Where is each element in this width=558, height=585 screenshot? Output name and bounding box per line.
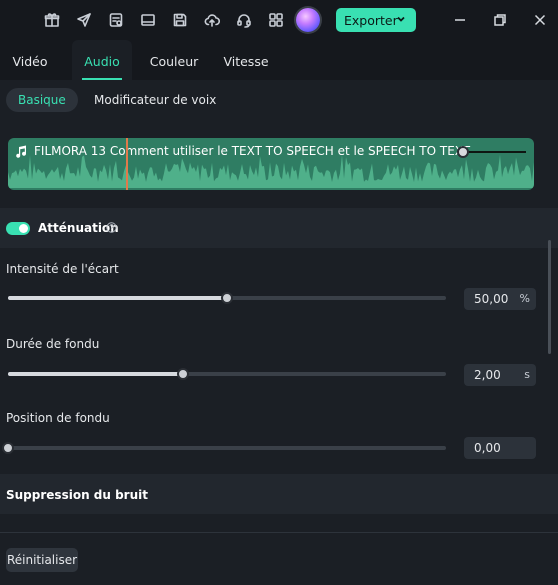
position-fondu-value: 0,00 (474, 441, 501, 455)
position-fondu-label: Position de fondu (6, 411, 110, 425)
duree-fondu-value: 2,00 (474, 368, 501, 382)
intensite-ecart-label: Intensité de l'écart (6, 262, 119, 276)
position-fondu-knob[interactable] (2, 442, 14, 454)
property-tabs: Vidéo Audio Couleur Vitesse (0, 40, 558, 80)
tab-audio[interactable]: Audio (72, 40, 132, 80)
position-fondu-slider[interactable] (8, 446, 446, 450)
attenuation-toggle[interactable] (6, 222, 30, 235)
export-button[interactable]: Exporter (336, 8, 416, 32)
intensite-ecart-knob[interactable] (221, 292, 233, 304)
intensite-ecart-input[interactable]: 50,00 % (464, 288, 536, 310)
audio-clip-title: FILMORA 13 Comment utiliser le TEXT TO S… (34, 144, 471, 158)
cloud-upload-icon[interactable] (202, 10, 222, 30)
minimize-icon[interactable] (452, 12, 468, 28)
duree-fondu-input[interactable]: 2,00 s (464, 364, 536, 386)
title-bar: Exporter (0, 0, 558, 40)
attenuation-section: Atténuation (0, 208, 558, 248)
send-icon[interactable] (74, 10, 94, 30)
panel-scrollbar[interactable] (548, 240, 551, 354)
suppression-bruit-label: Suppression du bruit (6, 488, 148, 502)
footer-divider (0, 532, 558, 533)
chevron-down-icon[interactable] (395, 13, 407, 25)
save-icon[interactable] (170, 10, 190, 30)
audio-subtabs: Basique Modificateur de voix (0, 80, 558, 120)
clip-volume-knob[interactable] (457, 146, 469, 158)
subtab-modificateur-voix[interactable]: Modificateur de voix (82, 88, 228, 112)
avatar[interactable] (296, 8, 320, 32)
restore-icon[interactable] (492, 12, 508, 28)
headset-icon[interactable] (234, 10, 254, 30)
tab-video[interactable]: Vidéo (0, 40, 60, 80)
duree-fondu-slider[interactable] (8, 372, 446, 376)
gift-icon[interactable] (42, 10, 62, 30)
slider-fill (8, 372, 184, 376)
export-button-label: Exporter (344, 12, 398, 28)
close-icon[interactable] (532, 12, 548, 28)
audio-clip[interactable]: FILMORA 13 Comment utiliser le TEXT TO S… (8, 138, 534, 190)
intensite-ecart-unit: % (519, 292, 530, 305)
clip-volume-line[interactable] (468, 151, 526, 153)
audio-preview-area: FILMORA 13 Comment utiliser le TEXT TO S… (0, 120, 558, 206)
duree-fondu-label: Durée de fondu (6, 337, 100, 351)
layout-icon[interactable] (138, 10, 158, 30)
suppression-bruit-section[interactable]: Suppression du bruit (0, 474, 558, 514)
duree-fondu-unit: s (524, 368, 530, 381)
reset-button[interactable]: Réinitialiser (6, 548, 78, 572)
clipboard-icon[interactable] (106, 10, 126, 30)
tab-couleur[interactable]: Couleur (144, 40, 204, 80)
subtab-basique[interactable]: Basique (6, 88, 78, 112)
playhead[interactable] (126, 138, 128, 190)
waveform-path (8, 154, 534, 188)
help-icon[interactable] (106, 222, 117, 233)
duree-fondu-knob[interactable] (177, 368, 190, 380)
tab-vitesse[interactable]: Vitesse (216, 40, 276, 80)
music-note-icon (14, 145, 28, 159)
slider-fill (8, 296, 227, 300)
grid-icon[interactable] (266, 10, 286, 30)
intensite-ecart-value: 50,00 (474, 292, 509, 306)
position-fondu-input[interactable]: 0,00 (464, 437, 536, 459)
